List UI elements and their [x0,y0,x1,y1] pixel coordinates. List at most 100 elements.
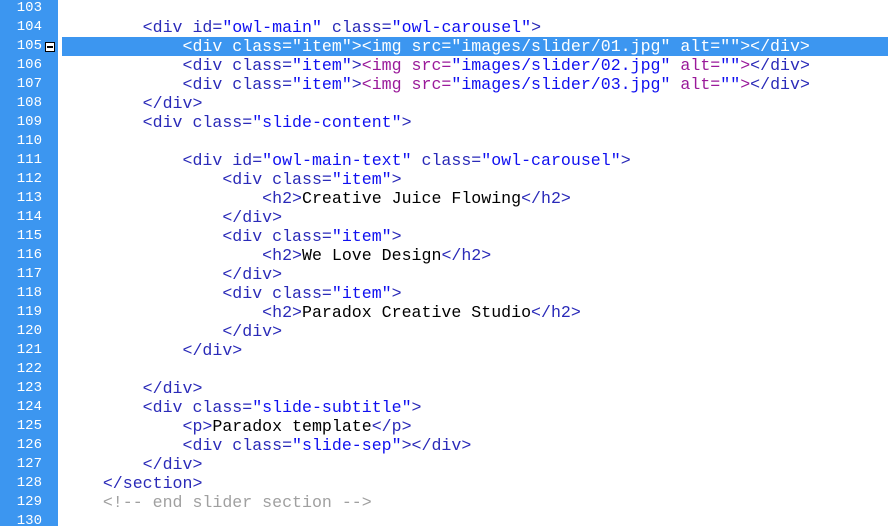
line-number: 128 [16,475,42,491]
code-token: </h2> [521,189,571,208]
line-number: 111 [16,152,42,168]
code-token: "owl-carousel" [481,151,621,170]
code-token: </div> [222,322,283,341]
line-number: 107 [16,76,42,92]
code-token: > [351,56,362,75]
code-line[interactable]: 130 [0,512,888,531]
code-token: > [351,75,362,94]
code-line[interactable]: 110 [0,132,888,151]
code-token: "owl-carousel" [391,18,532,37]
code-text: <div class="item"><img src="images/slide… [63,75,888,94]
code-token: > [391,284,402,303]
code-editor[interactable]: 103 104 <div id="owl-main" class="owl-car… [0,0,888,531]
code-line[interactable]: 128 </section> [0,474,888,493]
code-line[interactable]: 121 </div> [0,341,888,360]
line-number: 116 [16,247,42,263]
code-line[interactable]: 122 [0,360,888,379]
code-token: Paradox template [212,417,372,436]
code-token: <img src= [361,56,452,75]
code-line[interactable]: 112 <div class="item"> [0,170,888,189]
code-token: "item" [292,75,352,94]
code-text: <div class="slide-subtitle"> [63,398,888,417]
code-line[interactable]: 107 <div class="item"><img src="images/s… [0,75,888,94]
code-token: We Love Design [302,246,442,265]
code-text: <h2>Creative Juice Flowing</h2> [63,189,888,208]
code-token: <p> [182,417,213,436]
line-number: 110 [16,133,42,149]
code-token: </div> [142,94,203,113]
code-token: > [391,170,402,189]
code-line[interactable]: 120 </div> [0,322,888,341]
code-line[interactable]: 103 [0,0,888,18]
code-line[interactable]: 124 <div class="slide-subtitle"> [0,398,888,417]
code-line[interactable]: 129 <!-- end slider section --> [0,493,888,512]
code-text: <div id="owl-main" class="owl-carousel"> [63,18,888,37]
code-token: "slide-sep" [292,436,402,455]
code-token: "" [720,37,741,56]
line-number: 112 [16,171,42,187]
code-line[interactable]: 111 <div id="owl-main-text" class="owl-c… [0,151,888,170]
code-line[interactable]: 117 </div> [0,265,888,284]
code-token: <div class= [142,113,253,132]
code-text: </div> [63,322,888,341]
code-token: <h2> [262,189,303,208]
code-token: <div class= [222,227,332,246]
code-line[interactable]: 104 <div id="owl-main" class="owl-carous… [0,18,888,37]
line-number: 115 [16,228,42,244]
code-token: > [411,398,422,417]
line-number: 109 [16,114,42,130]
code-token: > [401,113,412,132]
code-line[interactable]: 105 <div class="item"><img src="images/s… [0,37,888,56]
code-line[interactable]: 127 </div> [0,455,888,474]
code-line[interactable]: 125 <p>Paradox template</p> [0,417,888,436]
code-text: </section> [63,474,888,493]
code-token: <div id= [182,151,263,170]
code-token: "" [720,75,741,94]
code-line[interactable]: 114 </div> [0,208,888,227]
code-line[interactable]: 115 <div class="item"> [0,227,888,246]
code-line[interactable]: 108 </div> [0,94,888,113]
code-text: </div> [63,341,888,360]
code-token: </h2> [441,246,492,265]
line-number: 127 [16,456,42,472]
code-token: class= [321,18,392,37]
code-token: <div class= [182,37,293,56]
code-token: ><img src= [351,37,452,56]
code-token: </p> [371,417,412,436]
line-number: 120 [16,323,42,339]
code-token: <div class= [182,75,293,94]
code-line[interactable]: 126 <div class="slide-sep"></div> [0,436,888,455]
code-line[interactable]: 113 <h2>Creative Juice Flowing</h2> [0,189,888,208]
line-number: 118 [16,285,42,301]
code-line[interactable]: 106 <div class="item"><img src="images/s… [0,56,888,75]
code-line[interactable]: 123 </div> [0,379,888,398]
code-token: alt= [670,37,721,56]
code-token: > [620,151,631,170]
code-line[interactable]: 118 <div class="item"> [0,284,888,303]
code-line[interactable]: 116 <h2>We Love Design</h2> [0,246,888,265]
fold-collapse-icon[interactable] [45,42,55,52]
line-number: 103 [16,0,42,16]
code-token: ></div> [740,37,810,56]
code-line[interactable]: 119 <h2>Paradox Creative Studio</h2> [0,303,888,322]
code-token: </div> [750,75,810,94]
code-line[interactable]: 109 <div class="slide-content"> [0,113,888,132]
